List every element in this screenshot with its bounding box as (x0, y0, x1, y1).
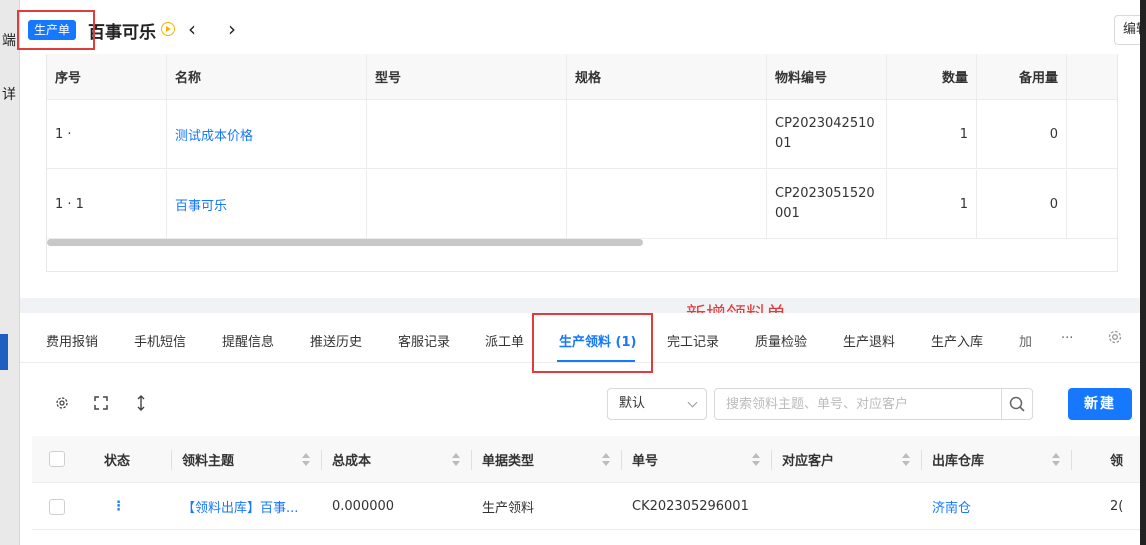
settings-icon[interactable] (54, 395, 70, 411)
page-title: 百事可乐 (88, 23, 156, 43)
tab-bar: 费用报销 手机短信 提醒信息 推送历史 客服记录 派工单 生产领料 (1) 完工… (20, 313, 1146, 363)
table-header-row: 序号 名称 型号 规格 物料编号 数量 备用量 (47, 54, 1117, 100)
active-tab-underline (557, 360, 635, 362)
tab-reminder[interactable]: 提醒信息 (222, 331, 274, 350)
select-all-checkbox[interactable] (49, 451, 65, 467)
table-row: 1 · 1 百事可乐 CP2023051520001 1 0 (47, 170, 1117, 239)
row-height-icon[interactable] (133, 395, 149, 411)
tab-overflow-partial[interactable]: 加 (1019, 331, 1032, 350)
column-header: 领 (1110, 453, 1124, 469)
column-header: 型号 (367, 54, 567, 99)
more-tabs-button[interactable]: ··· (1061, 331, 1073, 346)
related-records-card: 费用报销 手机短信 提醒信息 推送历史 客服记录 派工单 生产领料 (1) 完工… (20, 313, 1146, 545)
cell-spec (567, 100, 767, 168)
strip-char: 端 (2, 33, 16, 49)
sort-icon[interactable] (602, 453, 610, 467)
column-header: 名称 (167, 54, 367, 99)
cell-spare: 0 (977, 170, 1067, 238)
chevron-right-icon[interactable]: › (228, 16, 236, 42)
tab-sms[interactable]: 手机短信 (134, 331, 186, 350)
item-name-link[interactable]: 测试成本价格 (175, 125, 253, 144)
cell-number: CK202305296001 (632, 499, 749, 514)
sort-icon[interactable] (452, 453, 460, 467)
column-header: 状态 (82, 436, 172, 482)
column-header-empty (1067, 54, 1117, 99)
cell-qty: 1 (887, 170, 977, 238)
row-checkbox[interactable] (49, 498, 65, 515)
order-type-tag: 生产单 (28, 20, 77, 40)
items-table: 序号 名称 型号 规格 物料编号 数量 备用量 1 · 测试成本价格 CP202… (46, 54, 1118, 272)
items-card: 序号 名称 型号 规格 物料编号 数量 备用量 1 · 测试成本价格 CP202… (20, 54, 1146, 298)
column-header: 单据类型 (482, 453, 535, 469)
cell-code: CP202304251001 (767, 100, 887, 168)
gear-icon[interactable] (1107, 329, 1123, 345)
tab-completion[interactable]: 完工记录 (667, 331, 719, 350)
sort-icon[interactable] (902, 453, 910, 467)
tab-quality[interactable]: 质量检验 (755, 331, 807, 350)
warehouse-link[interactable]: 济南仓 (932, 497, 971, 516)
cell-customer (772, 484, 922, 529)
search-input[interactable] (714, 388, 1002, 420)
tab-expense[interactable]: 费用报销 (46, 331, 98, 350)
cell-model (367, 170, 567, 238)
tab-service-record[interactable]: 客服记录 (398, 331, 450, 350)
column-header: 数量 (887, 54, 977, 99)
table-header-row: 状态 领料主题 总成本 单据类型 单号 对应客户 出库仓库 领 (32, 436, 1146, 483)
cell-code: CP2023051520001 (767, 170, 887, 238)
column-header: 序号 (47, 54, 167, 99)
column-header: 对应客户 (782, 453, 835, 469)
search-icon (1009, 396, 1025, 412)
new-picking-button[interactable]: 新建 (1068, 388, 1132, 420)
column-header: 总成本 (332, 453, 372, 469)
play-circle-icon[interactable] (161, 22, 175, 36)
detail-header: 生产单 百事可乐 ‹ › 编辑 (20, 0, 1146, 58)
cell-cost: 0.000000 (332, 499, 395, 514)
fullscreen-icon[interactable] (93, 395, 109, 411)
picking-table: 状态 领料主题 总成本 单据类型 单号 对应客户 出库仓库 领 ⋮ 【领料出库】… (32, 436, 1146, 545)
chevron-left-icon[interactable]: ‹ (188, 16, 196, 42)
view-select[interactable]: 默认 (607, 388, 707, 420)
column-header: 出库仓库 (932, 453, 985, 469)
picking-subject-link[interactable]: 【领料出库】百事... (182, 497, 298, 516)
column-header: 单号 (632, 453, 659, 469)
tab-dispatch[interactable]: 派工单 (485, 331, 524, 350)
cell-seq: 1 · (47, 100, 167, 168)
background-window-strip: 端 详 (0, 0, 20, 545)
strip-accent (0, 334, 8, 370)
sort-icon[interactable] (1052, 453, 1060, 467)
tab-return[interactable]: 生产退料 (843, 331, 895, 350)
cell-spec (567, 170, 767, 238)
column-header: 规格 (567, 54, 767, 99)
cell-qty: 1 (887, 100, 977, 168)
column-header: 物料编号 (767, 54, 887, 99)
cell-model (367, 100, 567, 168)
cell-seq: 1 · 1 (47, 170, 167, 238)
cell-extra: 2( (1110, 499, 1124, 514)
cell-spare: 0 (977, 100, 1067, 168)
chevron-down-icon (687, 397, 698, 408)
tab-push-history[interactable]: 推送历史 (310, 331, 362, 350)
cell-type: 生产领料 (482, 501, 535, 516)
view-select-value: 默认 (619, 396, 646, 411)
strip-char: 详 (2, 87, 16, 103)
column-header: 备用量 (977, 54, 1067, 99)
sort-icon[interactable] (752, 453, 760, 467)
item-name-link[interactable]: 百事可乐 (175, 195, 227, 214)
sort-icon[interactable] (302, 453, 310, 467)
row-actions-icon[interactable]: ⋮ (112, 499, 125, 514)
search-button[interactable] (1001, 388, 1033, 420)
window-edge (1140, 0, 1146, 545)
table-row: ⋮ 【领料出库】百事... 0.000000 生产领料 CK2023052960… (32, 484, 1146, 530)
table-row: 1 · 测试成本价格 CP202304251001 1 0 (47, 100, 1117, 169)
horizontal-scrollbar[interactable] (47, 239, 643, 246)
column-header: 领料主题 (182, 453, 235, 469)
tab-production-picking[interactable]: 生产领料 (1) (559, 331, 636, 350)
tab-warehousing[interactable]: 生产入库 (931, 331, 983, 350)
